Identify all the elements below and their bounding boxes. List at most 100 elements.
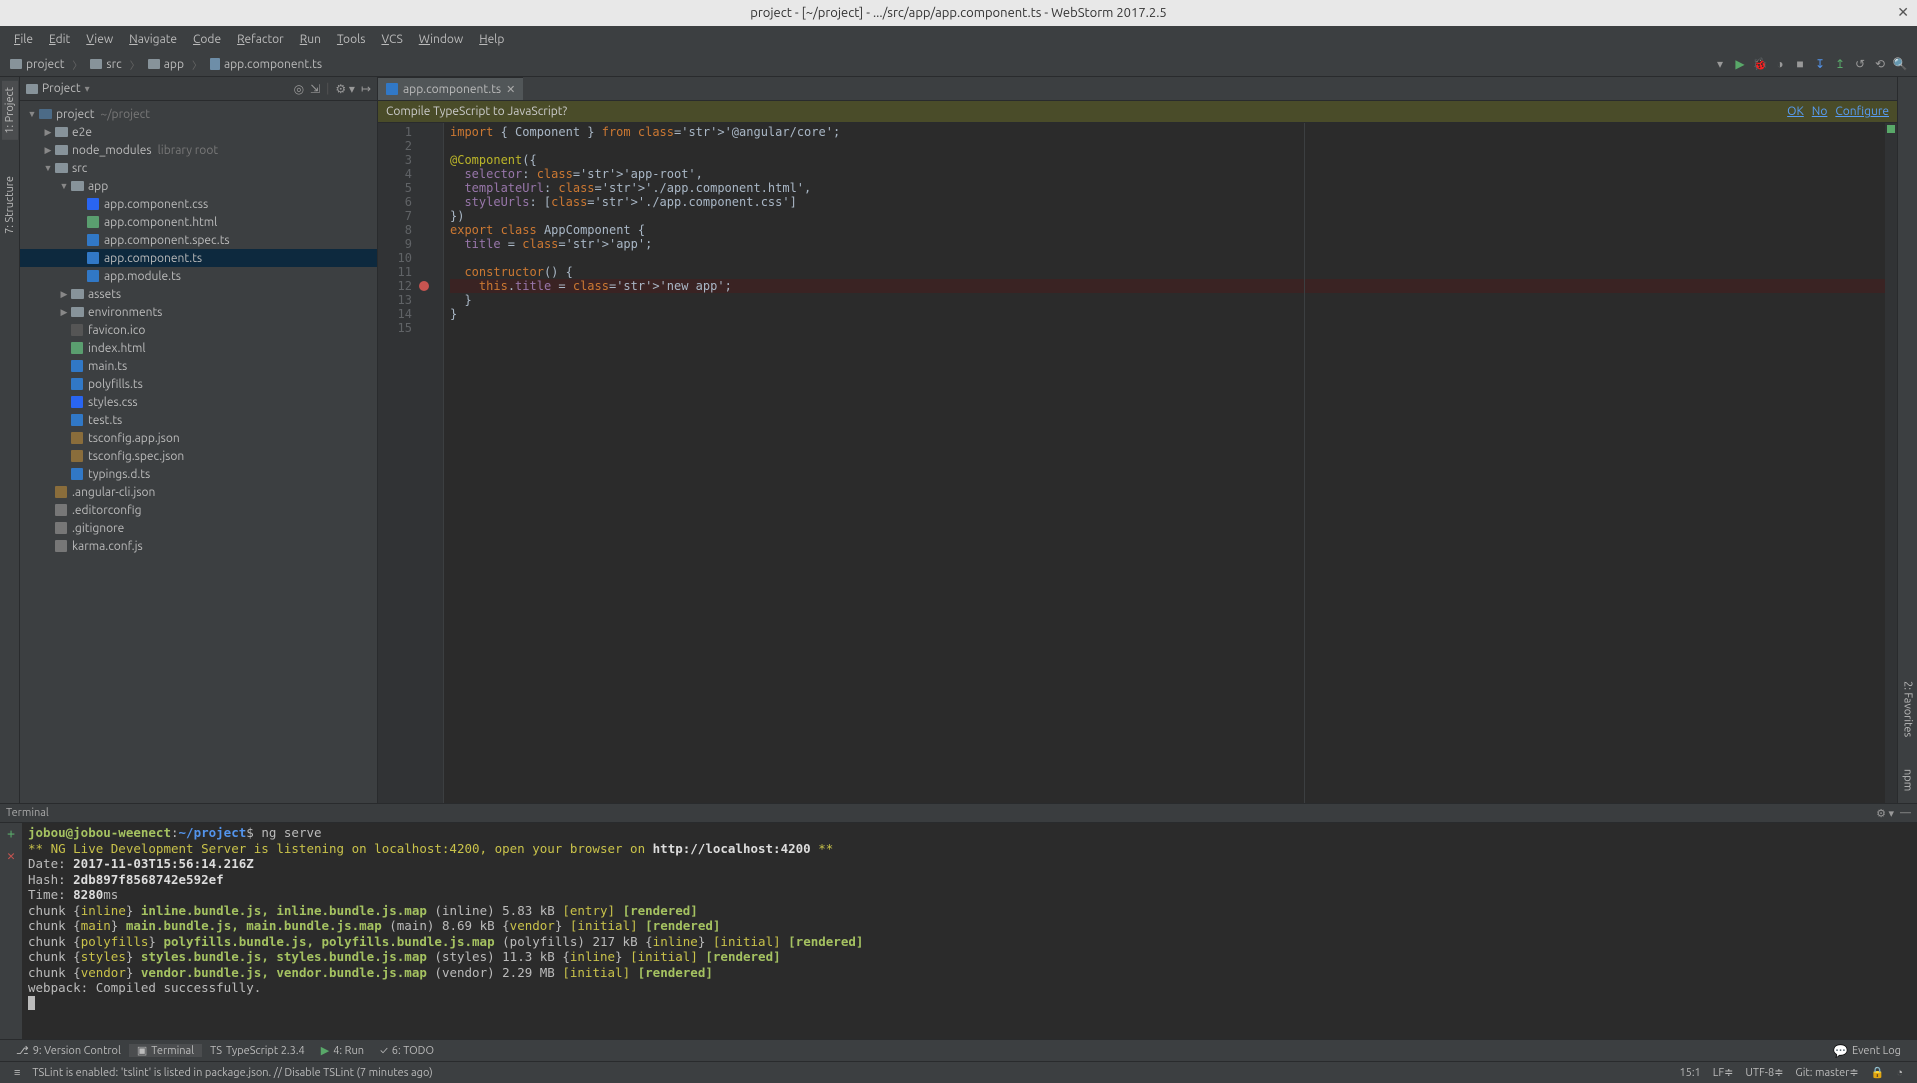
git-push-icon[interactable]: ↥	[1833, 57, 1847, 71]
close-session-icon[interactable]: ✕	[7, 849, 15, 865]
tree-expand-arrow[interactable]: ▶	[58, 307, 70, 318]
tool-tab-structure[interactable]: 7: Structure	[2, 170, 18, 240]
tree-app-component-ts[interactable]: app.component.ts	[20, 249, 377, 267]
tree-app-component-spec-ts[interactable]: app.component.spec.ts	[20, 231, 377, 249]
compile-no-link[interactable]: No	[1812, 105, 1828, 118]
debug-icon[interactable]: 🐞	[1753, 57, 1767, 71]
tree-expand-arrow[interactable]: ▼	[42, 163, 54, 173]
tree-app-component-html[interactable]: app.component.html	[20, 213, 377, 231]
menu-tools[interactable]: Tools	[329, 30, 374, 49]
event-log-button[interactable]: 💬Event Log	[1825, 1044, 1909, 1058]
menu-view[interactable]: View	[78, 30, 121, 49]
line-separator[interactable]: LF≑	[1707, 1066, 1740, 1079]
tree-typings-d-ts[interactable]: typings.d.ts	[20, 465, 377, 483]
breadcrumb-app-component-ts[interactable]: app.component.ts	[204, 58, 328, 71]
tree-polyfills-ts[interactable]: polyfills.ts	[20, 375, 377, 393]
terminal-settings-icon[interactable]: ⚙ ▾	[1876, 807, 1894, 820]
coverage-icon[interactable]: ◑	[1773, 57, 1787, 71]
tree--editorconfig[interactable]: .editorconfig	[20, 501, 377, 519]
error-stripe[interactable]	[1885, 123, 1897, 803]
bottom-tab-TypeScript-2-3-4[interactable]: TSTypeScript 2.3.4	[202, 1045, 313, 1057]
tree-label: app.component.ts	[104, 252, 202, 265]
compile-ok-link[interactable]: OK	[1787, 105, 1804, 118]
scroll-from-source-icon[interactable]: ◎	[294, 82, 304, 96]
new-session-icon[interactable]: +	[7, 827, 15, 843]
revert-icon[interactable]: ⟲	[1873, 57, 1887, 71]
breakpoint-marker[interactable]	[419, 281, 429, 291]
tree-e2e[interactable]: ▶e2e	[20, 123, 377, 141]
menu-navigate[interactable]: Navigate	[121, 30, 185, 49]
collapse-all-icon[interactable]: ⇲	[310, 82, 320, 96]
tab-icon: ⎇	[16, 1044, 29, 1057]
project-tree[interactable]: ▼project~/project▶e2e▶node_moduleslibrar…	[20, 101, 377, 803]
code-lines[interactable]: import { Component } from class='str'>'@…	[444, 123, 1885, 803]
tree-expand-arrow[interactable]: ▶	[42, 145, 54, 156]
tree-test-ts[interactable]: test.ts	[20, 411, 377, 429]
compile-configure-link[interactable]: Configure	[1835, 105, 1889, 118]
tree-expand-arrow[interactable]: ▼	[58, 181, 70, 191]
bottom-tab-6--TODO[interactable]: ✓6: TODO	[372, 1045, 442, 1057]
hide-icon[interactable]: ↦	[361, 82, 371, 96]
tool-tab-project[interactable]: 1: Project	[2, 81, 18, 140]
tree-assets[interactable]: ▶assets	[20, 285, 377, 303]
tool-tab-favorites[interactable]: 2: Favorites	[1900, 675, 1916, 743]
run-icon[interactable]: ▶	[1733, 57, 1747, 71]
inspections-icon[interactable]: ◔	[1890, 1067, 1909, 1079]
terminal-output[interactable]: jobou@jobou-weenect:~/project$ ng serve*…	[22, 823, 1917, 1039]
tree--gitignore[interactable]: .gitignore	[20, 519, 377, 537]
bottom-tab-4--Run[interactable]: ▶4: Run	[313, 1044, 372, 1057]
settings-icon[interactable]: ⚙ ▾	[335, 82, 355, 96]
stop-icon[interactable]: ■	[1793, 57, 1807, 71]
search-icon[interactable]: 🔍	[1893, 57, 1907, 71]
code-editor[interactable]: 123456789101112131415 import { Component…	[378, 123, 1897, 803]
caret-position[interactable]: 15:1	[1673, 1067, 1706, 1079]
menu-refactor[interactable]: Refactor	[229, 30, 292, 49]
tree-tsconfig-app-json[interactable]: tsconfig.app.json	[20, 429, 377, 447]
menu-vcs[interactable]: VCS	[373, 30, 410, 49]
history-icon[interactable]: ↺	[1853, 57, 1867, 71]
tree-app[interactable]: ▼app	[20, 177, 377, 195]
menu-window[interactable]: Window	[411, 30, 471, 49]
breadcrumb-project[interactable]: project	[4, 58, 70, 71]
tree-expand-arrow[interactable]: ▼	[26, 109, 38, 119]
tree-expand-arrow[interactable]: ▶	[58, 289, 70, 300]
tree-styles-css[interactable]: styles.css	[20, 393, 377, 411]
menu-help[interactable]: Help	[471, 30, 512, 49]
tree-environments[interactable]: ▶environments	[20, 303, 377, 321]
breakpoint-gutter[interactable]	[418, 123, 430, 803]
tree-tsconfig-spec-json[interactable]: tsconfig.spec.json	[20, 447, 377, 465]
tree-main-ts[interactable]: main.ts	[20, 357, 377, 375]
bottom-tab-9--Version-Control[interactable]: ⎇9: Version Control	[8, 1044, 129, 1057]
close-tab-icon[interactable]: ✕	[506, 83, 515, 96]
git-pull-icon[interactable]: ↧	[1813, 57, 1827, 71]
file-encoding[interactable]: UTF-8≑	[1739, 1066, 1789, 1079]
git-branch[interactable]: Git: master≑	[1789, 1066, 1864, 1079]
menu-code[interactable]: Code	[185, 30, 229, 49]
editor-tab-active[interactable]: app.component.ts ✕	[378, 77, 523, 100]
notification-icon[interactable]: ≡	[8, 1067, 26, 1079]
tree-src[interactable]: ▼src	[20, 159, 377, 177]
bottom-tab-Terminal[interactable]: ▣Terminal	[129, 1044, 202, 1057]
folding-gutter[interactable]	[430, 123, 444, 803]
menu-edit[interactable]: Edit	[41, 30, 78, 49]
tree-app-component-css[interactable]: app.component.css	[20, 195, 377, 213]
close-icon[interactable]: ✕	[1897, 4, 1909, 21]
breadcrumb-src[interactable]: src	[84, 58, 127, 71]
config-dropdown-icon[interactable]: ▾	[1713, 57, 1727, 71]
terminal-hide-icon[interactable]: —	[1900, 807, 1911, 820]
tree--angular-cli-json[interactable]: .angular-cli.json	[20, 483, 377, 501]
tree-index-html[interactable]: index.html	[20, 339, 377, 357]
breadcrumb-app[interactable]: app	[142, 58, 190, 71]
tree-node_modules[interactable]: ▶node_moduleslibrary root	[20, 141, 377, 159]
project-panel-title[interactable]: Project	[42, 82, 81, 95]
tree-karma-conf-js[interactable]: karma.conf.js	[20, 537, 377, 555]
menu-run[interactable]: Run	[292, 30, 329, 49]
tree-expand-arrow[interactable]: ▶	[42, 127, 54, 138]
readonly-lock-icon[interactable]: 🔒	[1865, 1066, 1891, 1079]
menu-file[interactable]: File	[6, 30, 41, 49]
terminal-title[interactable]: Terminal	[6, 807, 49, 819]
tool-tab-npm[interactable]: npm	[1900, 763, 1916, 797]
tree-project[interactable]: ▼project~/project	[20, 105, 377, 123]
tree-app-module-ts[interactable]: app.module.ts	[20, 267, 377, 285]
tree-favicon-ico[interactable]: favicon.ico	[20, 321, 377, 339]
